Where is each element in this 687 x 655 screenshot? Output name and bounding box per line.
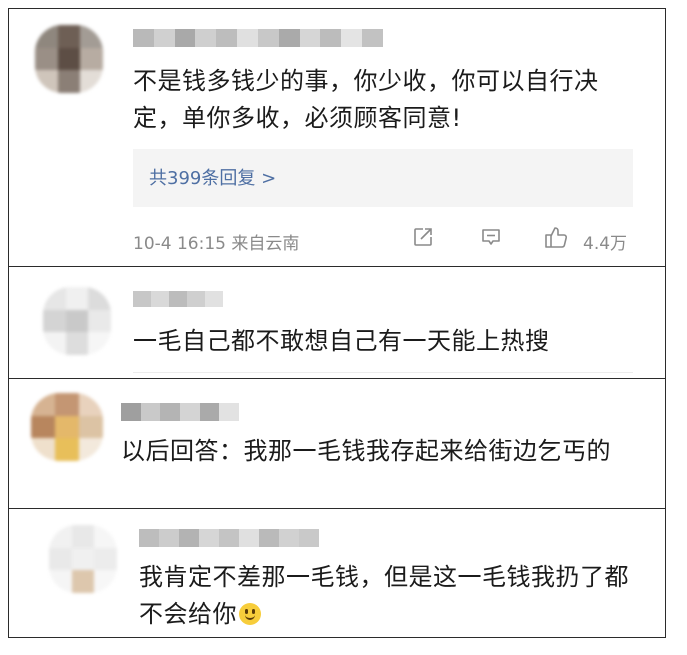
username-pixel — [133, 291, 151, 307]
avatar-pixel — [49, 547, 72, 571]
username-pixel — [195, 29, 217, 47]
username-pixel — [299, 529, 319, 547]
avatar-pixel — [80, 70, 103, 93]
avatar-pixel — [35, 47, 58, 71]
avatar-pixel — [31, 415, 55, 439]
avatar-pixel — [65, 287, 89, 310]
avatar-pixel — [80, 47, 103, 71]
username-pixel — [160, 403, 181, 421]
avatar-pixel — [71, 570, 95, 593]
username-pixel — [205, 291, 223, 307]
comment-text-body: 我肯定不差那一毛钱，但是这一毛钱我扔了都不会给你 — [139, 563, 629, 628]
username-pixel — [121, 403, 141, 421]
comment-card-2: 一毛自己都不敢想自己有一天能上热搜 — [8, 266, 666, 380]
username-pixel — [153, 29, 175, 47]
avatar-pixel — [55, 393, 79, 416]
avatar-pixel — [88, 332, 111, 355]
username-pixel — [362, 29, 383, 47]
share-icon[interactable] — [411, 225, 435, 249]
like-count: 4.4万 — [583, 234, 628, 254]
username-pixel — [237, 29, 258, 47]
comment-text: 不是钱多钱少的事，你少收，你可以自行决定，单你多收，必须顾客同意! — [133, 67, 599, 132]
view-replies-link[interactable]: 共399条回复 > — [149, 164, 276, 190]
user-avatar[interactable] — [43, 287, 111, 355]
avatar-pixel — [35, 70, 58, 93]
avatar-pixel — [94, 547, 117, 571]
username-pixel — [180, 403, 200, 421]
avatar-pixel — [94, 525, 117, 548]
avatar-pixel — [57, 70, 81, 93]
username-pixel — [219, 529, 239, 547]
avatar-pixel — [35, 25, 58, 48]
username-pixel — [159, 529, 179, 547]
comment-timestamp: 10-4 16:15 来自云南 — [133, 234, 300, 254]
username-pixel — [199, 529, 219, 547]
avatar-pixel — [79, 415, 103, 439]
like-icon[interactable] — [543, 224, 569, 250]
avatar-pixel — [43, 332, 66, 355]
avatar-pixel — [71, 547, 95, 571]
avatar-pixel — [65, 309, 89, 333]
username-pixel — [174, 29, 196, 47]
smile-emoji-icon — [239, 603, 261, 625]
comment-card-3: 以后回答：我那一毛钱我存起来给街边乞丐的 — [8, 378, 666, 510]
user-avatar[interactable] — [35, 25, 103, 93]
comment-text: 以后回答：我那一毛钱我存起来给街边乞丐的 — [121, 437, 611, 465]
divider — [133, 372, 633, 373]
user-avatar[interactable] — [49, 525, 117, 593]
username-pixel — [219, 403, 240, 421]
username-pixel — [216, 29, 238, 47]
username-pixel — [341, 29, 363, 47]
avatar-pixel — [88, 309, 111, 333]
avatar-pixel — [57, 47, 81, 71]
username-pixel — [279, 529, 299, 547]
avatar-pixel — [31, 438, 55, 461]
username-pixel — [169, 291, 187, 307]
comment-text: 一毛自己都不敢想自己有一天能上热搜 — [133, 327, 550, 355]
username-pixel — [179, 529, 199, 547]
comment-text: 我肯定不差那一毛钱，但是这一毛钱我扔了都不会给你 — [139, 559, 639, 633]
avatar-pixel — [79, 438, 103, 461]
reply-summary-box[interactable]: 共399条回复 > — [133, 149, 633, 207]
comment-card-4: 我肯定不差那一毛钱，但是这一毛钱我扔了都不会给你 — [8, 508, 666, 638]
avatar-pixel — [80, 25, 103, 48]
comment-icon[interactable] — [479, 225, 503, 249]
avatar-pixel — [49, 525, 72, 548]
avatar-pixel — [71, 525, 95, 548]
username-pixel — [187, 291, 205, 307]
avatar-pixel — [49, 570, 72, 593]
avatar-pixel — [55, 415, 79, 439]
avatar-pixel — [43, 287, 66, 310]
username-pixel — [299, 29, 321, 47]
avatar-pixel — [65, 332, 89, 355]
username-pixel — [257, 29, 279, 47]
username-pixel — [239, 529, 259, 547]
username-pixel — [320, 29, 342, 47]
username-pixel — [199, 403, 220, 421]
username-pixel — [140, 403, 161, 421]
username-blurred[interactable] — [133, 29, 383, 47]
username-pixel — [139, 529, 159, 547]
username-pixel — [259, 529, 279, 547]
avatar-pixel — [55, 438, 79, 461]
avatar-pixel — [94, 570, 117, 593]
avatar-pixel — [57, 25, 81, 48]
username-blurred[interactable] — [121, 403, 240, 421]
user-avatar[interactable] — [31, 393, 103, 461]
avatar-pixel — [43, 309, 66, 333]
avatar-pixel — [79, 393, 103, 416]
username-pixel — [278, 29, 300, 47]
comment-card-1: 不是钱多钱少的事，你少收，你可以自行决定，单你多收，必须顾客同意! 共399条回… — [8, 8, 666, 268]
username-blurred[interactable] — [139, 529, 319, 547]
username-pixel — [133, 29, 154, 47]
username-blurred[interactable] — [133, 291, 223, 307]
username-pixel — [151, 291, 169, 307]
avatar-pixel — [31, 393, 55, 416]
avatar-pixel — [88, 287, 111, 310]
